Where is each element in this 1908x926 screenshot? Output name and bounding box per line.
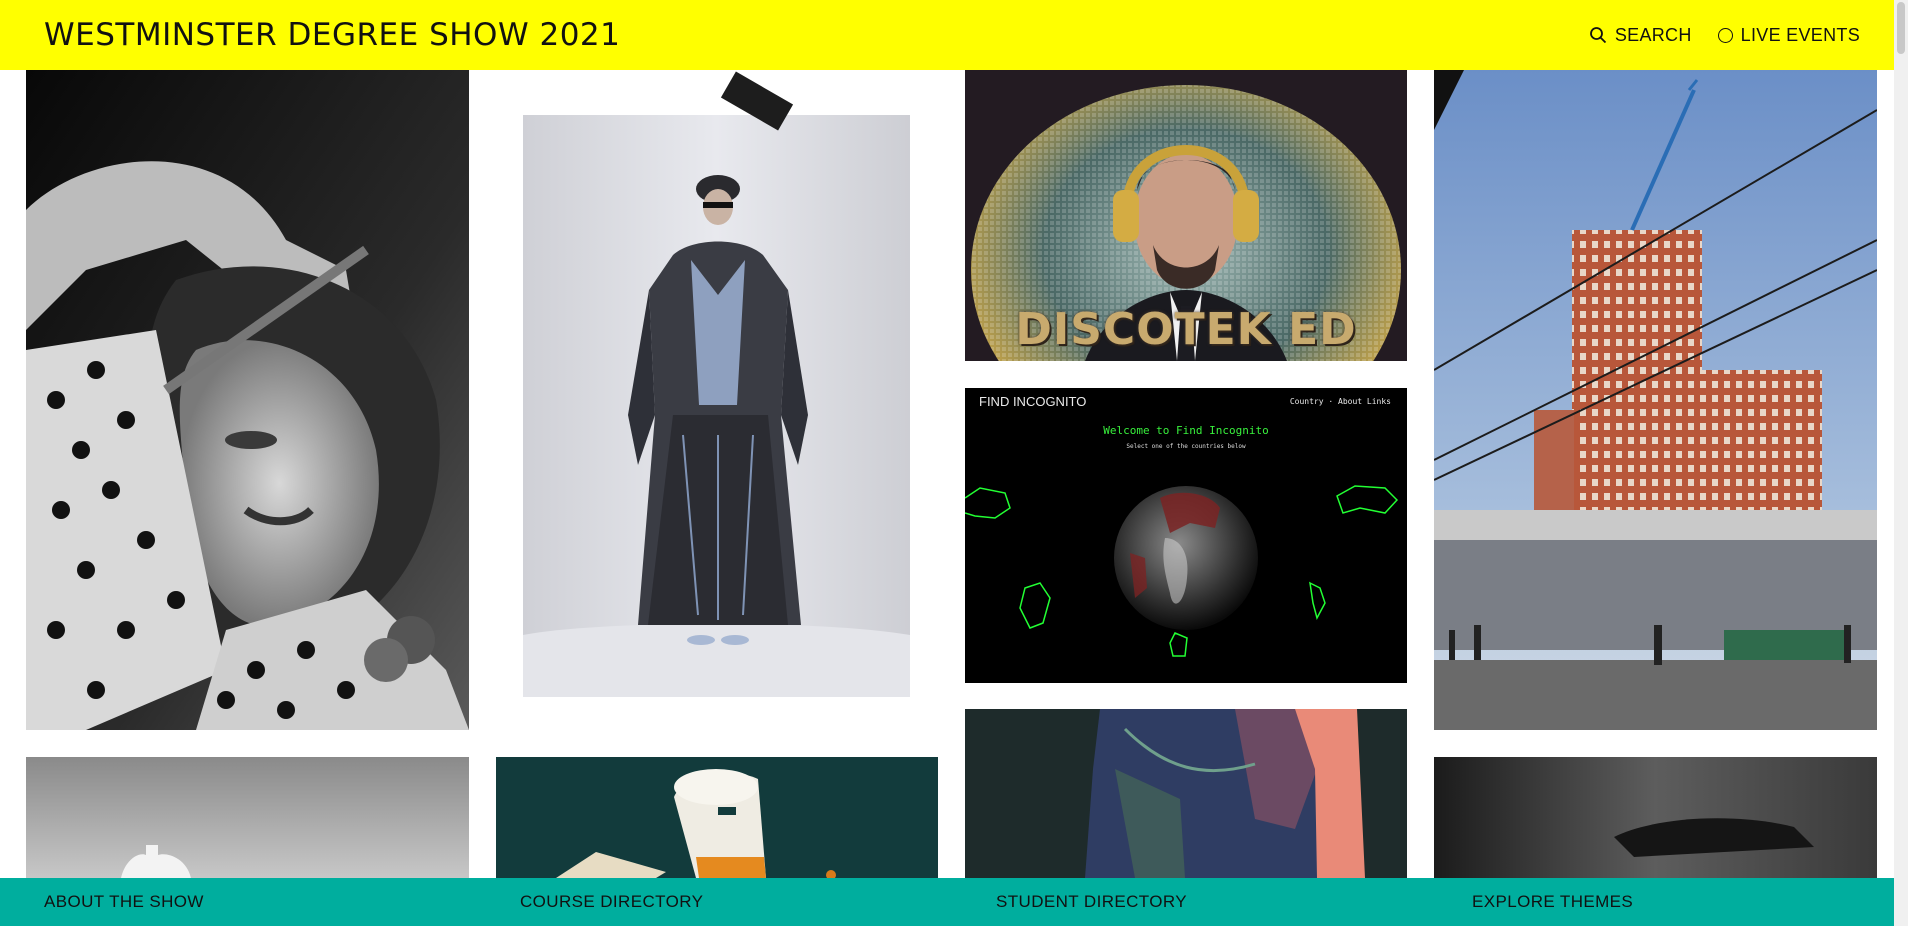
nav-explore-themes[interactable]: EXPLORE THEMES (1428, 892, 1904, 912)
project-tile-grey-sculpture[interactable] (26, 757, 469, 878)
nav-about-the-show[interactable]: ABOUT THE SHOW (0, 892, 476, 912)
project-tile-bw-portrait[interactable] (26, 70, 469, 730)
page-scrollbar[interactable] (1894, 0, 1908, 926)
project-tile-building[interactable] (1434, 70, 1877, 730)
shadow-image (1434, 757, 1877, 878)
nav-student-directory[interactable]: STUDENT DIRECTORY (952, 892, 1428, 912)
scrollbar-thumb[interactable] (1897, 2, 1905, 54)
header-actions: SEARCH LIVE EVENTS (1589, 25, 1860, 46)
search-icon (1589, 27, 1606, 44)
project-tile-fashion-coat[interactable] (523, 115, 910, 697)
project-tile-find-incognito[interactable]: FIND INCOGNITO Country · About Links Wel… (965, 388, 1407, 683)
dress-image (965, 709, 1407, 878)
incognito-brand: FIND INCOGNITO (979, 394, 1087, 409)
incognito-subtitle: Select one of the countries below (1126, 443, 1246, 450)
project-tile-discotek[interactable]: DISCOTEK ED (965, 70, 1407, 361)
paper-cup-image (496, 757, 938, 878)
live-events-label: LIVE EVENTS (1740, 24, 1860, 45)
project-tile-dress[interactable] (965, 709, 1407, 878)
building-image (1434, 70, 1877, 730)
project-tile-paper-cup[interactable] (496, 757, 938, 878)
search-label: SEARCH (1614, 24, 1692, 45)
footer-nav: ABOUT THE SHOW COURSE DIRECTORY STUDENT … (0, 878, 1908, 926)
fashion-coat-image (523, 115, 910, 697)
grey-sculpture-image (26, 757, 469, 878)
live-events-button[interactable]: LIVE EVENTS (1717, 24, 1860, 46)
site-title[interactable]: WESTMINSTER DEGREE SHOW 2021 (44, 17, 620, 53)
discotek-title: DISCOTEK ED (1015, 304, 1357, 355)
header-bar: WESTMINSTER DEGREE SHOW 2021 SEARCH LIVE… (0, 0, 1908, 70)
incognito-welcome: Welcome to Find Incognito (1103, 424, 1269, 437)
circle-icon (1717, 27, 1733, 43)
bw-portrait-image (26, 70, 469, 730)
search-button[interactable]: SEARCH (1589, 25, 1692, 46)
project-tile-shadow[interactable] (1434, 757, 1877, 878)
nav-course-directory[interactable]: COURSE DIRECTORY (476, 892, 952, 912)
incognito-nav: Country · About Links (1289, 397, 1391, 406)
